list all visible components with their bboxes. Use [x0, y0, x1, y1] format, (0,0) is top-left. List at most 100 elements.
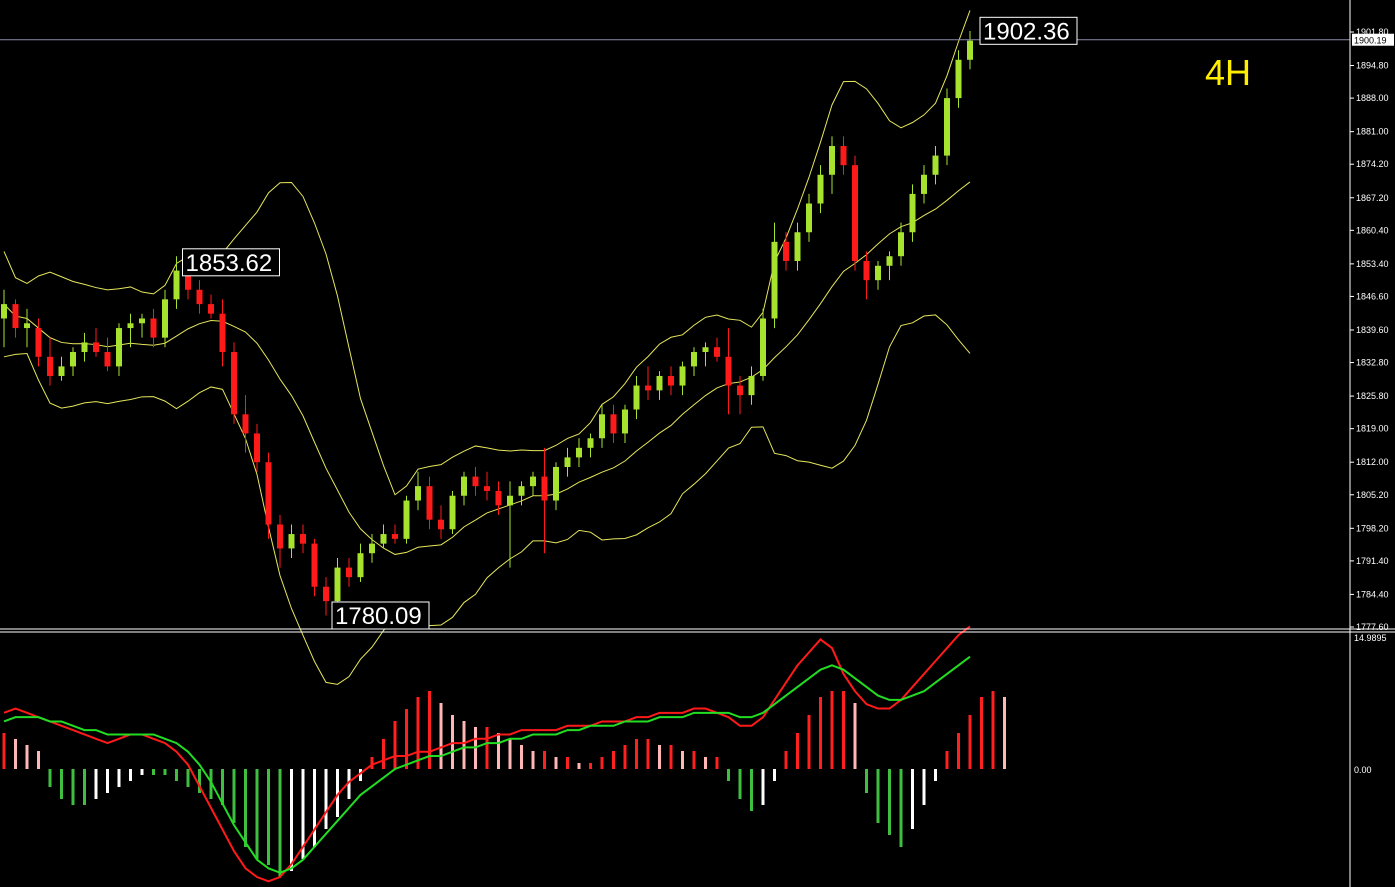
candle-body [208, 304, 214, 314]
candle-body [679, 366, 686, 386]
axis-tick-label: 1888.00 [1356, 93, 1389, 103]
candle-body [127, 323, 134, 329]
candle-body [403, 500, 410, 539]
candle-body [311, 543, 318, 587]
candle-body [886, 256, 893, 266]
candle-body [300, 534, 306, 544]
candle-body [380, 534, 387, 544]
candle-body [484, 486, 490, 491]
candle-body [58, 366, 65, 376]
candle-body [921, 174, 927, 194]
candle-body [702, 347, 709, 353]
candle-body [173, 270, 180, 300]
candle-body [461, 476, 467, 496]
axis-tick-label: 1867.20 [1356, 193, 1389, 203]
candle-body [714, 347, 720, 357]
candle-body [35, 328, 42, 357]
candle-body [760, 318, 766, 376]
macd-axis-label: 0.00 [1354, 765, 1372, 775]
candle-body [507, 495, 513, 506]
candle-body [495, 490, 502, 506]
candle-body [196, 289, 203, 305]
axis-tick-label: 1805.20 [1356, 490, 1389, 500]
candle-body [829, 146, 835, 175]
candle-body [426, 486, 433, 520]
candle-body [955, 59, 962, 99]
axis-tick-label: 1825.80 [1356, 391, 1389, 401]
candle-body [81, 342, 88, 353]
candle-body [806, 203, 812, 233]
candle-body [288, 534, 295, 549]
candle-body [219, 313, 226, 353]
candle-body [541, 476, 548, 501]
candle-body [840, 146, 847, 166]
candle-body [12, 304, 19, 329]
axis-tick-label: 1846.60 [1356, 291, 1389, 301]
candle-body [656, 375, 663, 391]
axis-tick-label: 1874.20 [1356, 159, 1389, 169]
candle-body [334, 567, 341, 602]
candle-body [346, 567, 352, 578]
candle-body [875, 265, 881, 281]
candle-body [599, 414, 605, 439]
axis-tick-label: 1853.40 [1356, 259, 1389, 269]
candle-body [794, 232, 801, 261]
axis-tick-label: 1839.60 [1356, 325, 1389, 335]
candle-body [47, 356, 53, 376]
candle-body [587, 438, 594, 448]
candle-body [392, 534, 398, 539]
candle-body [852, 165, 858, 261]
axis-tick-label: 1881.00 [1356, 127, 1389, 137]
candle-body [737, 385, 743, 396]
candle-body [70, 352, 76, 367]
candle-body [449, 495, 456, 530]
current-price-label: 1900.19 [1354, 36, 1387, 46]
timeframe-label: 4H [1205, 52, 1252, 93]
axis-tick-label: 1784.40 [1356, 589, 1389, 599]
candle-body [576, 447, 582, 458]
candle-body [645, 385, 651, 391]
candle-body [93, 342, 99, 353]
candle-body [1, 304, 7, 319]
candle-body [139, 318, 145, 324]
candle-body [472, 476, 479, 487]
candle-body [622, 409, 628, 434]
candle-body [817, 174, 824, 204]
candle-body [633, 385, 640, 410]
macd-axis-label: 14.9895 [1354, 633, 1387, 643]
candle-body [24, 323, 30, 329]
annotation-label: 1780.09 [335, 603, 422, 630]
candle-body [668, 375, 674, 386]
candle-body [564, 457, 571, 467]
axis-tick-label: 1819.00 [1356, 424, 1389, 434]
candle-body [104, 352, 111, 367]
candle-body [518, 486, 525, 496]
candle-body [610, 414, 617, 434]
candle-body [438, 519, 444, 530]
candle-body [691, 352, 697, 367]
candle-body [932, 155, 939, 175]
candle-body [967, 40, 973, 60]
candle-body [277, 524, 283, 549]
axis-tick-label: 1777.60 [1356, 622, 1389, 632]
candle-body [116, 328, 122, 367]
candle-body [944, 98, 950, 156]
axis-tick-label: 1894.80 [1356, 61, 1389, 71]
trading-chart[interactable]: 1901.801894.801888.001881.001874.201867.… [0, 0, 1395, 887]
candle-body [265, 462, 272, 525]
candle-body [150, 318, 157, 338]
candle-body [553, 466, 559, 501]
axis-tick-label: 1798.20 [1356, 523, 1389, 533]
candle-body [863, 260, 870, 281]
candle-body [415, 486, 421, 501]
candle-body [725, 356, 732, 386]
annotation-label: 1902.36 [983, 18, 1070, 45]
candle-body [242, 414, 249, 434]
annotation-label: 1853.62 [186, 250, 273, 277]
axis-tick-label: 1832.80 [1356, 358, 1389, 368]
candle-body [162, 299, 168, 338]
candle-body [783, 241, 789, 261]
candle-body [323, 586, 329, 602]
candle-body [898, 232, 904, 257]
candle-body [231, 352, 237, 415]
